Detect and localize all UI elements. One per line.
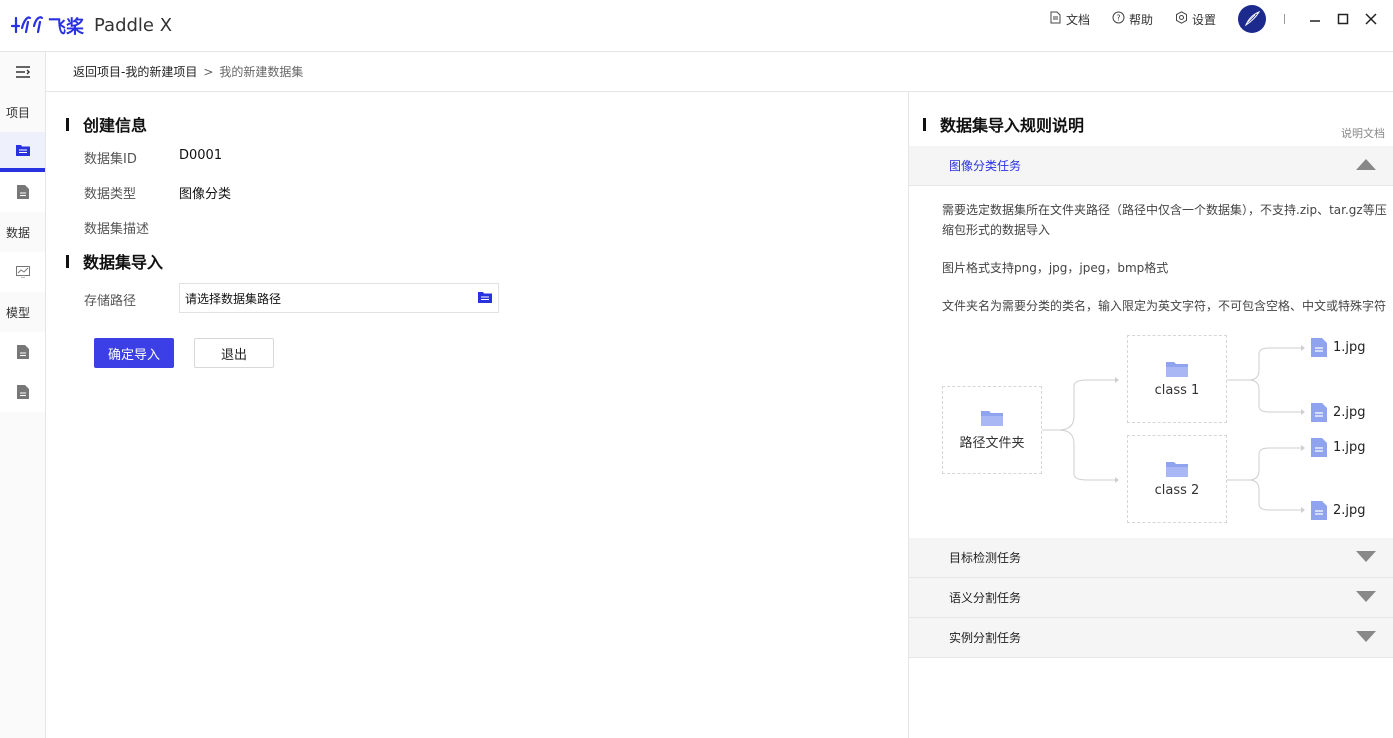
confirm-import-button[interactable]: 确定导入 (94, 338, 174, 368)
avatar[interactable] (1238, 5, 1266, 33)
diagram-class1-folder: class 1 (1127, 335, 1227, 423)
accordion-object-detection[interactable]: 目标检测任务 (909, 538, 1393, 578)
title-bar-mark (923, 117, 926, 131)
sidebar: 项目 数据 模型 (0, 52, 46, 738)
expand-triangle-icon (1356, 551, 1376, 562)
diagram-file: 1.jpg (1311, 338, 1366, 357)
image-file-icon (1311, 338, 1327, 357)
dataset-id-label: 数据集ID (84, 152, 137, 167)
rules-panel: 数据集导入规则说明 说明文档 图像分类任务 需要选定数据集所在文件夹路径（路径中… (908, 92, 1393, 738)
sidebar-item-project-folder[interactable] (0, 132, 45, 172)
storage-path-label: 存储路径 (84, 294, 137, 309)
close-button[interactable] (1357, 5, 1385, 33)
accordion-instance-segmentation[interactable]: 实例分割任务 (909, 618, 1393, 658)
image-file-icon (1311, 403, 1327, 422)
header-link-docs[interactable]: 文档 (1049, 11, 1090, 28)
folder-icon (1166, 461, 1188, 477)
sidebar-section-data: 数据 (6, 225, 31, 240)
breadcrumb-back-link[interactable]: 返回项目-我的新建项目 (73, 63, 197, 80)
maximize-button[interactable] (1329, 5, 1357, 33)
sidebar-item-model-1[interactable] (0, 332, 45, 372)
rules-title: 数据集导入规则说明 (923, 112, 1084, 136)
doc-link[interactable]: 说明文档 (1341, 125, 1385, 141)
main-content: 创建信息 数据集ID D0001 数据类型 图像分类 数据集描述 数据集导入 存… (46, 92, 908, 738)
file-icon (16, 385, 29, 399)
logo-en-text: Paddle X (94, 15, 173, 36)
image-file-icon (1311, 438, 1327, 457)
exit-button[interactable]: 退出 (194, 338, 274, 368)
sidebar-item-file[interactable] (0, 172, 45, 212)
folder-icon (1166, 361, 1188, 377)
image-file-icon (1311, 501, 1327, 520)
folder-icon (981, 410, 1003, 426)
settings-icon (1175, 11, 1188, 27)
app-logo: 飞桨 Paddle X (10, 12, 172, 39)
accordion-image-classification[interactable]: 图像分类任务 (909, 146, 1393, 186)
diagram-file: 2.jpg (1311, 403, 1366, 422)
breadcrumb-separator: > (203, 64, 214, 79)
diagram-root-folder: 路径文件夹 (942, 386, 1042, 474)
monitor-chart-icon (15, 266, 30, 278)
sidebar-item-data-chart[interactable] (0, 252, 45, 292)
title-bar-mark (66, 117, 69, 131)
collapse-triangle-icon (1356, 159, 1376, 170)
svg-text:?: ? (1116, 14, 1120, 23)
minimize-button[interactable] (1301, 5, 1329, 33)
diagram-file: 2.jpg (1311, 501, 1366, 520)
storage-path-input[interactable]: 请选择数据集路径 (179, 283, 499, 313)
dataset-id-value: D0001 (179, 148, 223, 163)
section-title-create-info: 创建信息 (66, 112, 147, 136)
menu-icon (15, 66, 30, 78)
storage-path-value: 请选择数据集路径 (185, 291, 282, 306)
section-title-import: 数据集导入 (66, 249, 163, 273)
expand-triangle-icon (1356, 631, 1376, 642)
diagram-class2-folder: class 2 (1127, 435, 1227, 523)
document-icon (1049, 11, 1062, 27)
dataset-type-label: 数据类型 (84, 187, 137, 202)
header-link-help[interactable]: ? 帮助 (1112, 11, 1153, 28)
accordion-body-image-classification: 需要选定数据集所在文件夹路径（路径中仅含一个数据集），不支持.zip、tar.g… (909, 186, 1393, 539)
dataset-desc-label: 数据集描述 (84, 222, 150, 237)
help-icon: ? (1112, 11, 1125, 27)
sidebar-item-model-2[interactable] (0, 372, 45, 412)
breadcrumb-current: 我的新建数据集 (219, 65, 304, 79)
sidebar-section-projects: 项目 (6, 105, 31, 120)
sidebar-section-models: 模型 (6, 305, 31, 320)
divider (1284, 14, 1285, 24)
title-bar: 飞桨 Paddle X 文档 ? 帮助 设置 (0, 0, 1393, 52)
diagram-file: 1.jpg (1311, 438, 1366, 457)
title-bar-mark (66, 254, 69, 268)
menu-toggle-button[interactable] (0, 52, 45, 92)
header-link-settings[interactable]: 设置 (1175, 11, 1216, 28)
paddle-logo-icon (10, 12, 44, 39)
folder-icon (15, 145, 30, 156)
breadcrumb: 返回项目-我的新建项目 > 我的新建数据集 (46, 52, 1393, 92)
dataset-type-value: 图像分类 (179, 187, 232, 202)
accordion-semantic-segmentation[interactable]: 语义分割任务 (909, 578, 1393, 618)
browse-folder-icon[interactable] (478, 291, 492, 306)
file-icon (16, 185, 29, 199)
file-icon (16, 345, 29, 359)
expand-triangle-icon (1356, 591, 1376, 602)
logo-cn-text: 飞桨 (48, 16, 84, 38)
